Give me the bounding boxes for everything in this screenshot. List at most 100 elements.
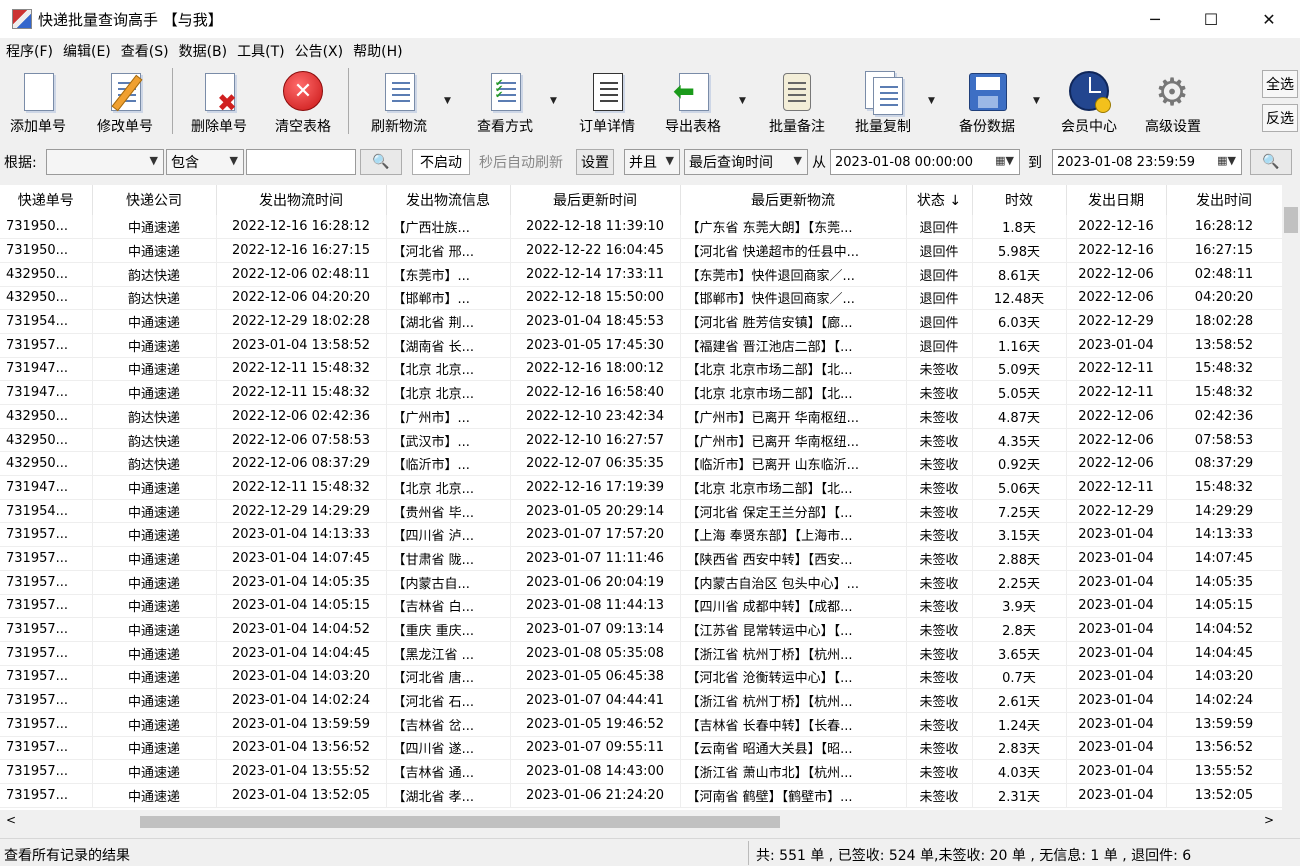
table-cell: 韵达快递 (92, 404, 217, 429)
column-header[interactable]: 最后更新时间 (510, 185, 681, 215)
auto-refresh-toggle[interactable]: 不启动 (412, 149, 470, 175)
batch-copy-button[interactable]: 批量复制 (846, 66, 920, 136)
table-row[interactable]: 731957... 中通速递 2023-01-04 14:02:24 【河北省 石..… (0, 688, 1282, 713)
select-all-button[interactable]: 全选 (1262, 70, 1298, 98)
table-cell: 2022-12-22 16:04:45 (510, 238, 681, 263)
menu-program[interactable]: 程序(F) (2, 41, 57, 61)
table-cell: 中通速递 (92, 238, 217, 263)
from-datetime-picker[interactable]: 2023-01-08 00:00:00 ▦▼ (830, 149, 1020, 175)
table-cell: 【内蒙古自治区 包头中心】... (680, 570, 907, 595)
member-center-button[interactable]: 会员中心 (1054, 66, 1124, 136)
table-row[interactable]: 731950... 中通速递 2022-12-16 16:27:15 【河北省 邢..… (0, 238, 1282, 263)
filter-keyword-input[interactable] (246, 149, 356, 175)
table-cell: 2023-01-05 19:46:52 (510, 712, 681, 737)
vertical-scroll-thumb[interactable] (1284, 207, 1298, 233)
table-row[interactable]: 731947... 中通速递 2022-12-11 15:48:32 【北京 北京..… (0, 380, 1282, 405)
auto-refresh-settings-button[interactable]: 设置 (576, 149, 614, 175)
export-dropdown-arrow-icon[interactable]: ▼ (739, 96, 746, 106)
batch-note-button[interactable]: 批量备注 (760, 66, 834, 136)
table-row[interactable]: 731957... 中通速递 2023-01-04 14:07:45 【甘肃省 陇..… (0, 546, 1282, 571)
table-row[interactable]: 731957... 中通速递 2023-01-04 14:04:45 【黑龙江省 ..… (0, 641, 1282, 666)
horizontal-scrollbar[interactable]: < > (0, 812, 1300, 832)
table-row[interactable]: 731957... 中通速递 2023-01-04 14:05:15 【吉林省 白..… (0, 594, 1282, 619)
maximize-button[interactable]: ☐ (1182, 0, 1240, 38)
filter-bar: 根据: ▼ 包含 ▼ 🔍 不启动 秒后自动刷新 设置 并且 ▼ 最后查询时间 ▼ 从 … (0, 144, 1300, 180)
column-header[interactable]: 快递单号 (0, 185, 93, 215)
time-field-select[interactable]: 最后查询时间 ▼ (684, 149, 808, 175)
advanced-settings-button[interactable]: ⚙ 高级设置 (1138, 66, 1208, 136)
table-row[interactable]: 731947... 中通速递 2022-12-11 15:48:32 【北京 北京..… (0, 475, 1282, 500)
order-details-button[interactable]: 订单详情 (570, 66, 644, 136)
table-row[interactable]: 731957... 中通速递 2023-01-04 14:04:52 【重庆 重庆..… (0, 617, 1282, 642)
column-header[interactable]: 时效 (972, 185, 1067, 215)
column-header[interactable]: 状态 ↓ (906, 185, 973, 215)
scroll-right-icon[interactable]: > (1264, 813, 1274, 827)
table-row[interactable]: 432950... 韵达快递 2022-12-06 02:48:11 【东莞市】...… (0, 262, 1282, 287)
backup-data-button[interactable]: 备份数据 (950, 66, 1024, 136)
table-row[interactable]: 731957... 中通速递 2023-01-04 13:56:52 【四川省 遂..… (0, 736, 1282, 761)
view-dropdown-arrow-icon[interactable]: ▼ (550, 96, 557, 106)
table-row[interactable]: 731950... 中通速递 2022-12-16 16:28:12 【广西壮族...… (0, 215, 1282, 240)
add-order-button[interactable]: 添加单号 (6, 66, 70, 136)
table-row[interactable]: 731957... 中通速递 2023-01-04 13:58:52 【湖南省 长..… (0, 333, 1282, 358)
menu-edit[interactable]: 编辑(E) (59, 41, 115, 61)
table-row[interactable]: 731957... 中通速递 2023-01-04 14:13:33 【四川省 泸..… (0, 522, 1282, 548)
minimize-button[interactable]: ─ (1126, 0, 1184, 38)
invert-selection-button[interactable]: 反选 (1262, 104, 1298, 132)
refresh-logistics-button[interactable]: 刷新物流 (362, 66, 436, 136)
table-cell: 退回件 (906, 309, 973, 334)
column-header[interactable]: 最后更新物流 (680, 185, 907, 215)
column-header[interactable]: 快递公司 (92, 185, 217, 215)
view-mode-button[interactable]: ✔ ✔ ✔ 查看方式 (468, 66, 542, 136)
table-row[interactable]: 731954... 中通速递 2022-12-29 14:29:29 【贵州省 毕..… (0, 499, 1282, 524)
clock-icon (1067, 71, 1111, 113)
table-row[interactable]: 731957... 中通速递 2023-01-04 14:05:35 【内蒙古自...… (0, 570, 1282, 595)
column-header[interactable]: 发出物流信息 (386, 185, 511, 215)
table-row[interactable]: 731957... 中通速递 2023-01-04 13:55:52 【吉林省 通..… (0, 759, 1282, 784)
table-cell: 【上海 奉贤东部】【上海市... (680, 522, 907, 548)
table-row[interactable]: 432950... 韵达快递 2022-12-06 07:58:53 【武汉市】...… (0, 428, 1282, 453)
calendar-icon[interactable]: ▦▼ (995, 154, 1014, 167)
refresh-dropdown-arrow-icon[interactable]: ▼ (444, 96, 451, 106)
table-row[interactable]: 731954... 中通速递 2022-12-29 18:02:28 【湖北省 荆..… (0, 309, 1282, 334)
table-row[interactable]: 432950... 韵达快递 2022-12-06 08:37:29 【临沂市】...… (0, 451, 1282, 477)
filter-operator-select[interactable]: 包含 ▼ (166, 149, 244, 175)
horizontal-scroll-thumb[interactable] (140, 816, 780, 828)
menu-data[interactable]: 数据(B) (175, 41, 232, 61)
table-row[interactable]: 731957... 中通速递 2023-01-04 14:03:20 【河北省 唐..… (0, 665, 1282, 690)
table-row[interactable]: 432950... 韵达快递 2022-12-06 04:20:20 【邯郸市】...… (0, 286, 1282, 311)
table-cell: 2022-12-11 15:48:32 (216, 357, 387, 382)
menu-view[interactable]: 查看(S) (117, 41, 173, 61)
query-button[interactable]: 🔍 (1250, 149, 1292, 175)
column-header[interactable]: 发出时间 (1166, 185, 1282, 215)
table-row[interactable]: 731957... 中通速递 2023-01-04 13:59:59 【吉林省 岔..… (0, 712, 1282, 737)
scroll-left-icon[interactable]: < (6, 813, 16, 827)
column-header[interactable]: 发出日期 (1066, 185, 1167, 215)
table-cell: 02:42:36 (1166, 404, 1282, 429)
column-header[interactable]: 发出物流时间 (216, 185, 387, 215)
table-cell: 2023-01-04 14:05:35 (216, 570, 387, 595)
close-button[interactable]: ✕ (1240, 0, 1298, 38)
menu-help[interactable]: 帮助(H) (349, 41, 406, 61)
edit-order-button[interactable]: 修改单号 (92, 66, 158, 136)
clear-table-button[interactable]: ✕ 清空表格 (270, 66, 336, 136)
backup-dropdown-arrow-icon[interactable]: ▼ (1033, 96, 1040, 106)
table-cell: 4.35天 (972, 428, 1067, 453)
table-row[interactable]: 731957... 中通速递 2023-01-04 13:52:05 【湖北省 孝..… (0, 783, 1282, 808)
filter-field-select[interactable]: ▼ (46, 149, 164, 175)
vertical-scrollbar[interactable] (1282, 185, 1300, 810)
table-row[interactable]: 731947... 中通速递 2022-12-11 15:48:32 【北京 北京..… (0, 357, 1282, 382)
search-button[interactable]: 🔍 (360, 149, 402, 175)
delete-order-button[interactable]: ✖ 删除单号 (186, 66, 252, 136)
table-cell: 【吉林省 白... (386, 594, 511, 619)
to-datetime-picker[interactable]: 2023-01-08 23:59:59 ▦▼ (1052, 149, 1242, 175)
logic-operator-select[interactable]: 并且 ▼ (624, 149, 680, 175)
table-row[interactable]: 432950... 韵达快递 2022-12-06 02:42:36 【广州市】...… (0, 404, 1282, 429)
table-cell: 14:02:24 (1166, 688, 1282, 713)
export-table-button[interactable]: ⬅ 导出表格 (656, 66, 730, 136)
menu-notice[interactable]: 公告(X) (291, 41, 348, 61)
menu-tools[interactable]: 工具(T) (233, 41, 288, 61)
calendar-icon[interactable]: ▦▼ (1217, 154, 1236, 167)
copy-dropdown-arrow-icon[interactable]: ▼ (928, 96, 935, 106)
results-table: 快递单号 快递公司 发出物流时间 发出物流信息 最后更新时间 最后更新物流 状态 ↓ 时效 发出… (0, 185, 1282, 810)
